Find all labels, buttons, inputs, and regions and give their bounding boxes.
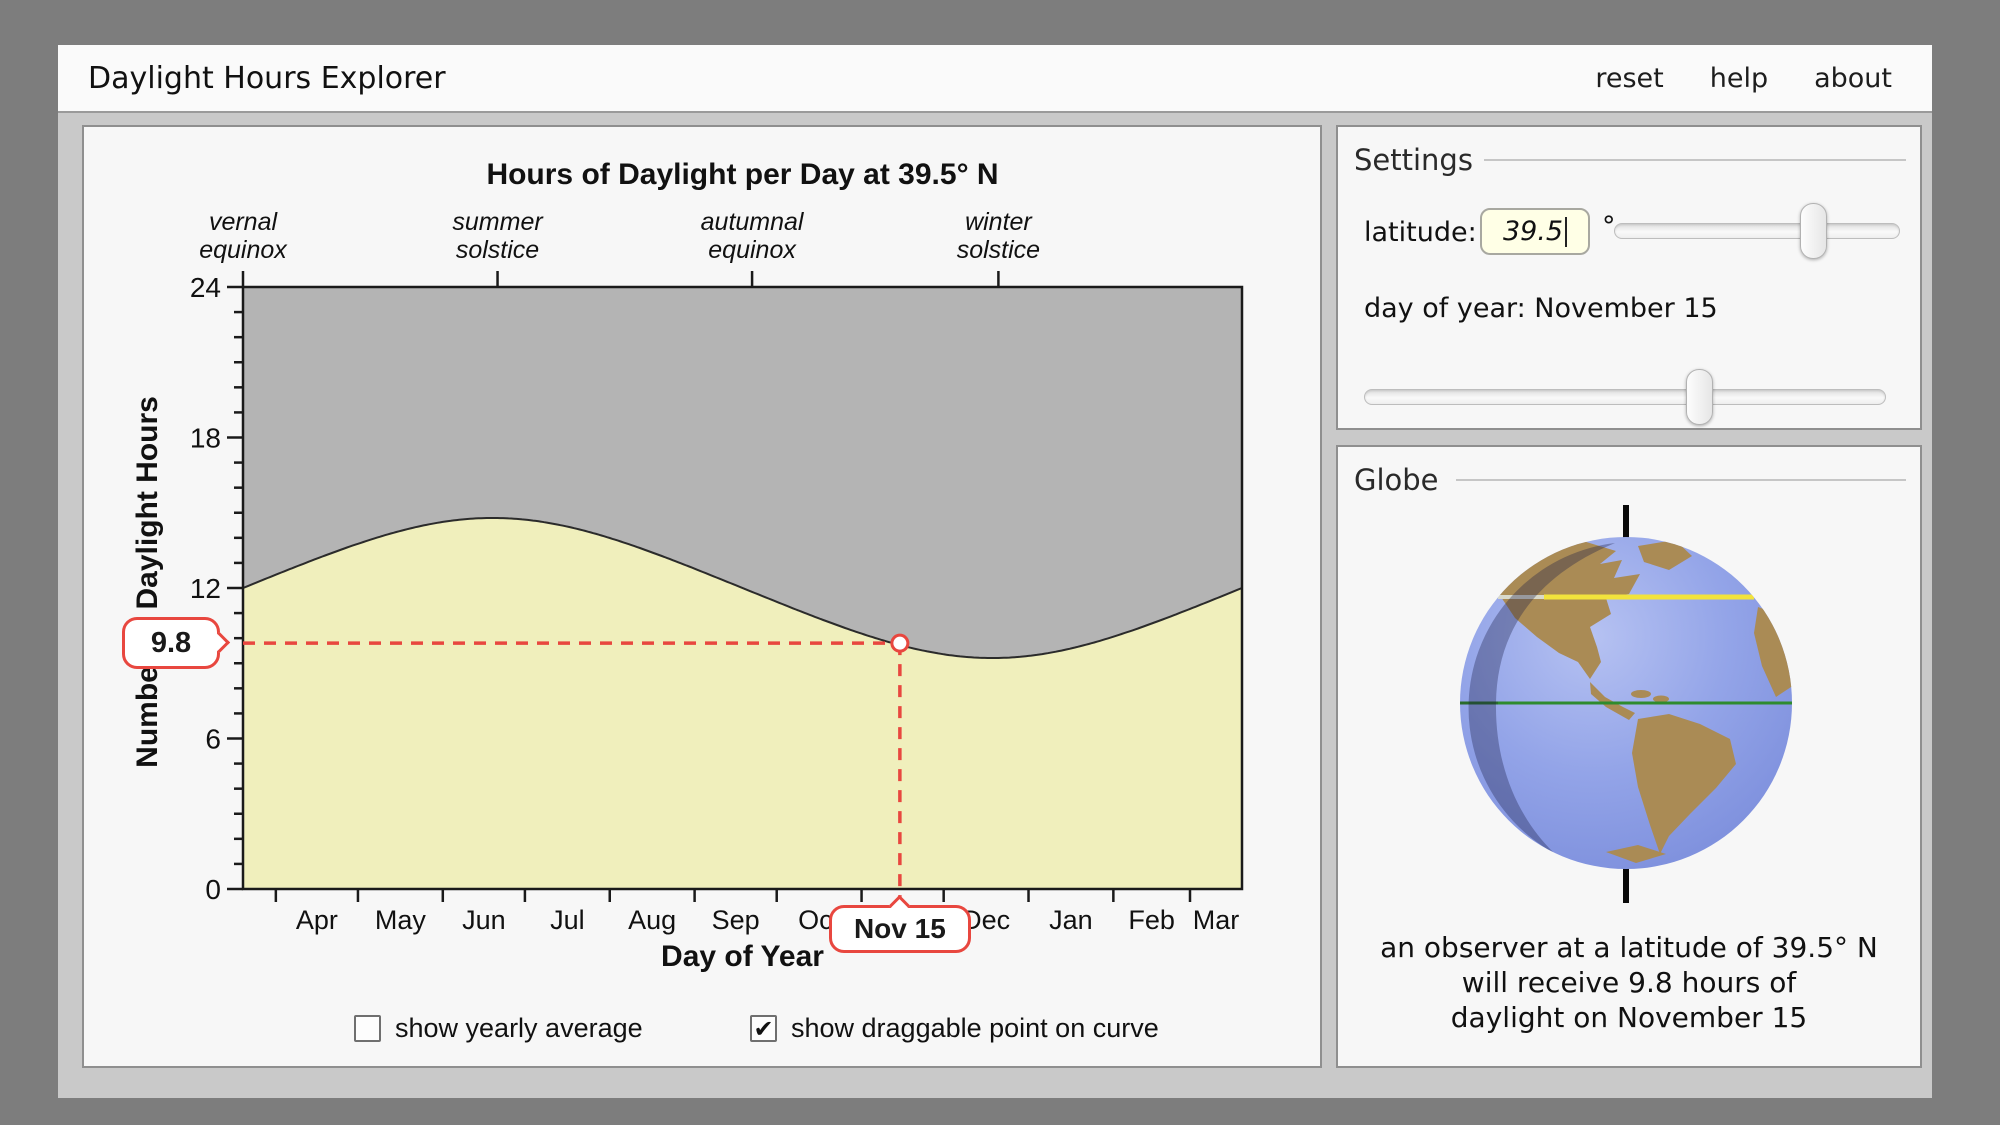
draggable-point-checkbox-row: ✔ show draggable point on curve	[750, 1013, 1159, 1044]
help-link[interactable]: help	[1710, 63, 1768, 94]
month-tick-label: Sep	[712, 905, 760, 935]
season-label-line2: solstice	[456, 236, 539, 264]
text-cursor	[1565, 217, 1567, 247]
month-tick-label: Aug	[628, 905, 676, 935]
day-slider-track[interactable]	[1364, 389, 1886, 405]
latitude-label: latitude:	[1364, 217, 1477, 248]
y-axis-title: Number of Daylight Hours	[131, 396, 164, 768]
settings-panel: Settings latitude: 39.5 ° day of year: N…	[1336, 125, 1922, 430]
settings-legend-rule	[1484, 159, 1906, 161]
day-of-year-label: day of year: November 15	[1364, 293, 1718, 324]
season-label-line2: equinox	[708, 236, 797, 264]
season-label-line1: vernal	[209, 208, 279, 236]
month-tick-label: Jul	[550, 905, 585, 935]
month-tick-label: Mar	[1193, 905, 1240, 935]
globe-caption-line1: an observer at a latitude of 39.5° N	[1338, 931, 1920, 964]
draggable-point-label: show draggable point on curve	[791, 1013, 1159, 1044]
y-tick-label: 6	[205, 724, 221, 755]
caribbean-island	[1631, 690, 1651, 698]
draggable-point-checkbox[interactable]: ✔	[750, 1015, 777, 1042]
date-value-text: Nov 15	[854, 913, 946, 944]
globe-legend: Globe	[1354, 463, 1449, 497]
yearly-average-checkbox-row: show yearly average	[354, 1013, 643, 1044]
date-value-callout: Nov 15	[829, 905, 971, 953]
hours-value-callout: 9.8	[122, 617, 220, 669]
month-tick-label: Feb	[1128, 905, 1175, 935]
y-tick-label: 12	[190, 573, 221, 604]
y-tick-label: 18	[190, 423, 221, 454]
globe-caption-line3: daylight on November 15	[1338, 1001, 1920, 1034]
day-slider-handle[interactable]	[1686, 369, 1713, 425]
latitude-slider-track[interactable]	[1614, 223, 1900, 239]
season-label-line2: equinox	[199, 236, 288, 264]
settings-legend: Settings	[1354, 143, 1483, 177]
hours-value-text: 9.8	[151, 627, 191, 659]
month-tick-label: May	[375, 905, 427, 935]
season-label-line1: winter	[965, 208, 1033, 236]
titlebar-links: reset help about	[1595, 63, 1932, 94]
y-tick-label: 0	[205, 874, 221, 905]
about-link[interactable]: about	[1814, 63, 1892, 94]
x-axis-title: Day of Year	[661, 940, 824, 973]
latitude-input[interactable]: 39.5	[1480, 208, 1590, 255]
yearly-average-checkbox[interactable]	[354, 1015, 381, 1042]
daylight-chart: 06121824AprMayJunJulAugSepOctNovDecJanFe…	[84, 127, 1320, 1066]
globe-caption-line2: will receive 9.8 hours of	[1338, 966, 1920, 999]
month-tick-label: Jun	[462, 905, 506, 935]
month-tick-label: Jan	[1049, 905, 1093, 935]
season-label-line1: summer	[452, 208, 544, 236]
app-title: Daylight Hours Explorer	[58, 61, 446, 96]
chart-panel: 06121824AprMayJunJulAugSepOctNovDecJanFe…	[82, 125, 1322, 1068]
caribbean-island	[1653, 696, 1669, 703]
latitude-value: 39.5	[1503, 216, 1563, 247]
globe-panel: Globe	[1336, 445, 1922, 1068]
degree-symbol: °	[1602, 211, 1616, 242]
yearly-average-label: show yearly average	[395, 1013, 643, 1044]
latitude-slider-handle[interactable]	[1800, 203, 1827, 259]
reset-link[interactable]: reset	[1595, 63, 1663, 94]
y-tick-label: 24	[190, 272, 221, 303]
season-label-line2: solstice	[957, 236, 1040, 264]
season-label-line1: autumnal	[701, 208, 805, 236]
month-tick-label: Apr	[296, 905, 338, 935]
check-icon: ✔	[753, 1017, 773, 1041]
chart-title: Hours of Daylight per Day at 39.5° N	[486, 158, 998, 191]
titlebar: Daylight Hours Explorer reset help about	[58, 45, 1932, 113]
app-window: Daylight Hours Explorer reset help about…	[58, 45, 1932, 1098]
globe-legend-rule	[1456, 479, 1906, 481]
draggable-point[interactable]	[892, 635, 908, 651]
